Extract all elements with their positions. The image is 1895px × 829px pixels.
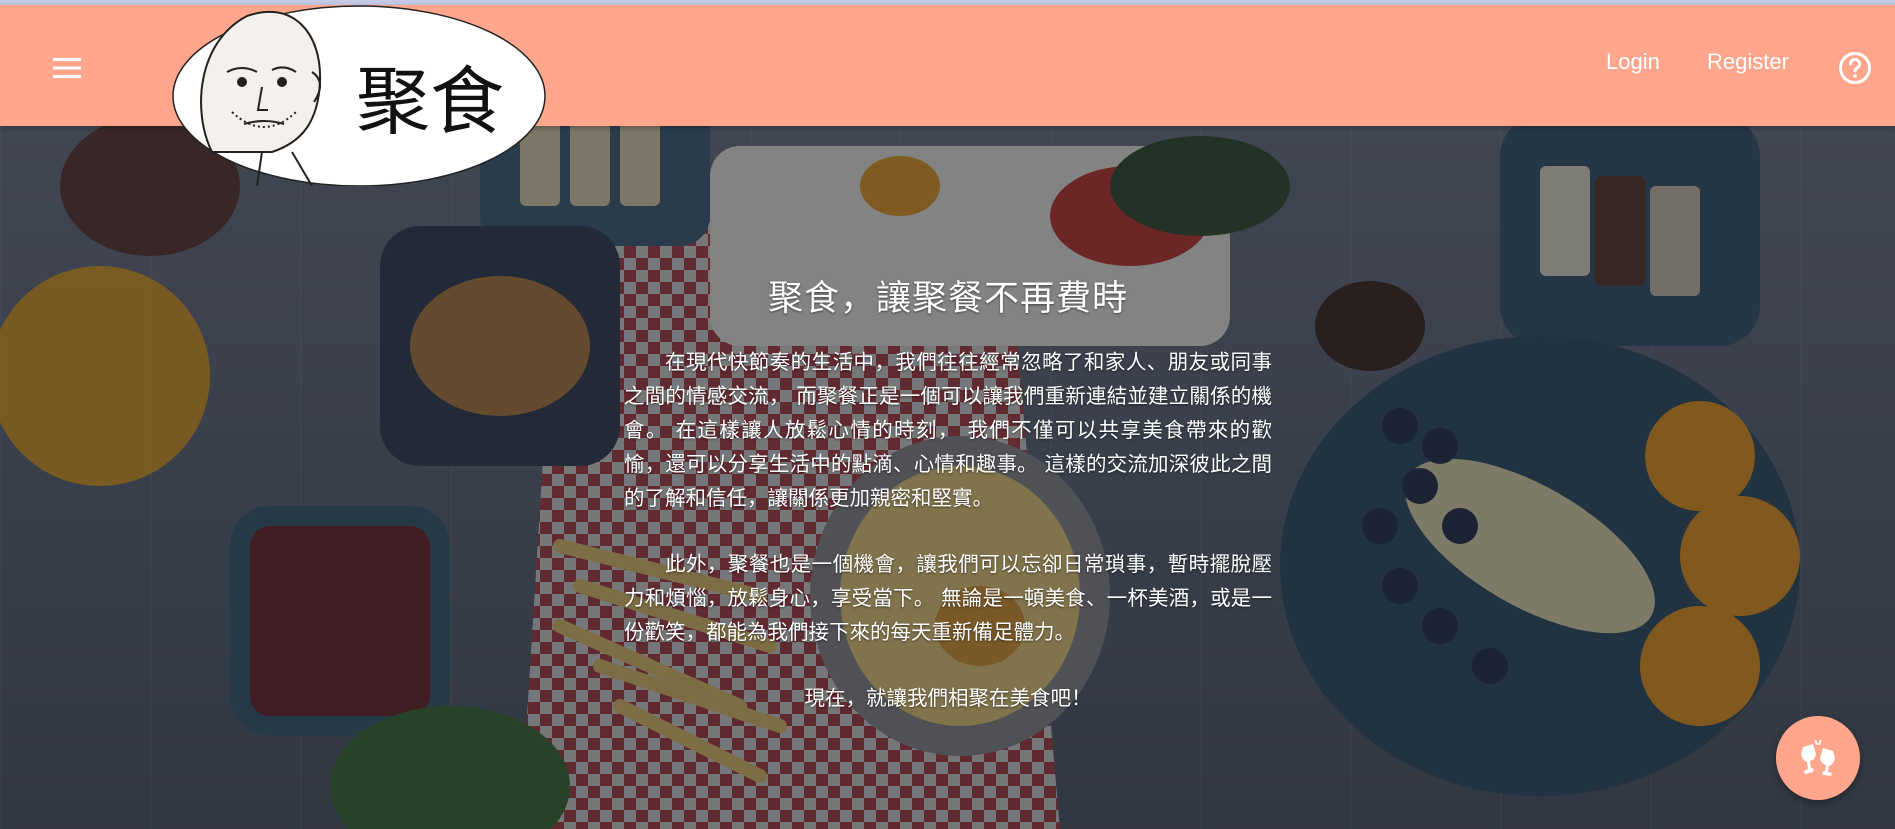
register-link[interactable]: Register <box>1707 49 1789 75</box>
site-logo[interactable]: 聚食 <box>172 2 547 187</box>
cheers-fab-button[interactable] <box>1776 716 1860 800</box>
closing-line: 現在，就讓我們相聚在美食吧！ <box>804 686 1092 710</box>
intro-paragraph-1: 在現代快節奏的生活中，我們往往經常忽略了和家人、朋友或同事之間的情感交流， 而聚… <box>624 350 1272 510</box>
menu-button[interactable] <box>44 45 90 91</box>
help-circle-icon[interactable] <box>1838 51 1872 85</box>
login-link[interactable]: Login <box>1606 49 1660 75</box>
hamburger-menu-icon <box>53 58 81 78</box>
logo-text: 聚食 <box>356 59 504 145</box>
cheers-glasses-icon <box>1801 739 1835 776</box>
hero-headline: 聚食，讓聚餐不再費時 <box>767 279 1128 319</box>
hero-content: 聚食，讓聚餐不再費時 在現代快節奏的生活中，我們往往經常忽略了和家人、朋友或同事… <box>624 270 1272 711</box>
intro-paragraph-2: 此外，聚餐也是一個機會，讓我們可以忘卻日常瑣事，暫時擺脫壓力和煩惱，放鬆身心，享… <box>624 552 1272 644</box>
